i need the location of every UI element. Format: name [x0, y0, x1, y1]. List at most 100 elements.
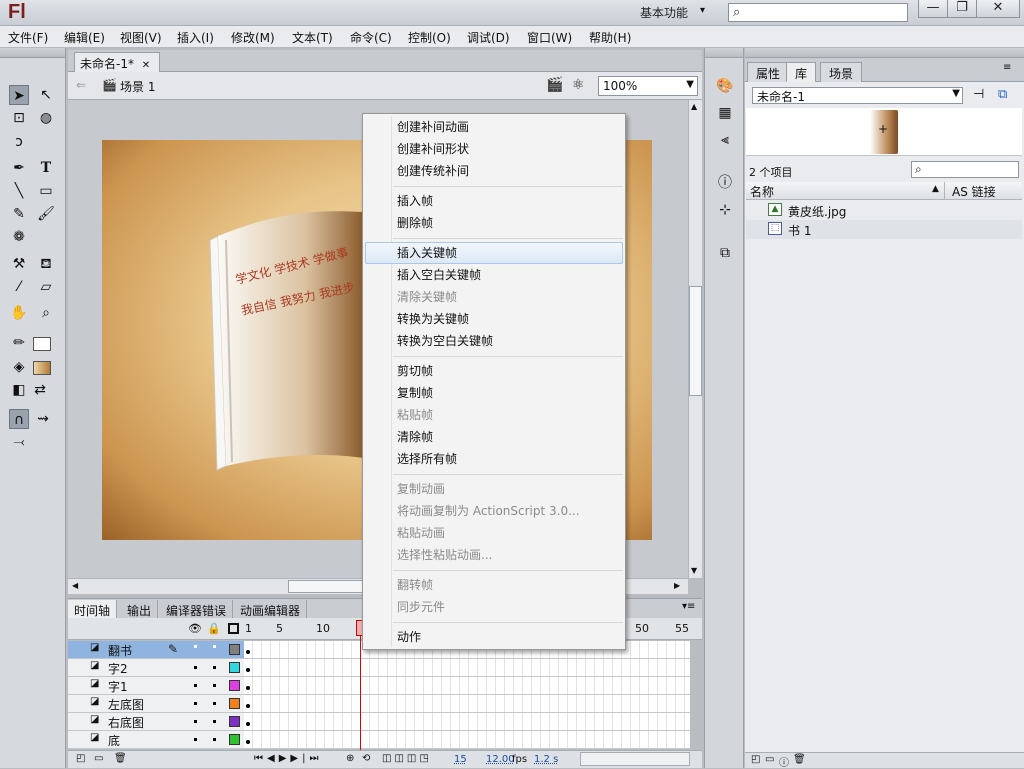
menu-insert-keyframe[interactable]: 插入关键帧 [397, 242, 457, 264]
edit-symbols-icon[interactable]: ⚛ [572, 77, 585, 93]
layer-name[interactable]: 字2 [108, 660, 128, 677]
lock-dot[interactable] [213, 702, 216, 705]
menu-create-motion-tween[interactable]: 创建补间动画 [397, 116, 469, 138]
default-colors-icon[interactable]: ◧ [9, 380, 29, 400]
timeline-horizontal-scrollbar[interactable] [580, 752, 690, 766]
bone-tool-icon[interactable]: ⚒ [9, 254, 29, 274]
hand-tool-icon[interactable]: ✋ [9, 303, 29, 323]
edit-scene-icon[interactable]: 🎬 [546, 77, 563, 93]
menu-view[interactable]: 视图(V) [120, 29, 162, 46]
tab-scene[interactable]: 场景 [820, 62, 863, 82]
layer-frames[interactable] [244, 695, 690, 713]
new-layer-icon[interactable]: ◰ [76, 753, 85, 764]
layer-color-swatch[interactable] [229, 662, 240, 673]
layer-frames[interactable] [244, 677, 690, 695]
layer-name[interactable]: 翻书 [108, 642, 132, 659]
zoom-tool-icon[interactable]: ⌕ [36, 303, 56, 323]
panel-grip[interactable] [705, 48, 743, 58]
tab-motion-editor[interactable]: 动画编辑器 [234, 600, 308, 619]
menu-convert-to-blank-keyframe[interactable]: 转换为空白关键帧 [397, 330, 493, 352]
layer-color-swatch[interactable] [229, 716, 240, 727]
pencil-tool-icon[interactable]: ✎ [9, 204, 29, 224]
onion-skin-icon[interactable]: ◫◫◫◳ [382, 753, 432, 764]
library-item[interactable]: ⬚ 书 1 [746, 220, 1022, 239]
color-panel-icon[interactable]: 🎨 [715, 76, 735, 96]
tab-output[interactable]: 输出 [121, 600, 159, 619]
frame-rate[interactable]: 12.00 [486, 754, 515, 765]
fill-color-swatch[interactable] [33, 361, 51, 375]
new-symbol-icon[interactable]: ◰ [751, 754, 760, 765]
swatches-panel-icon[interactable]: ▦ [715, 103, 735, 123]
menu-control[interactable]: 控制(O) [408, 29, 451, 46]
paint-bucket-tool-icon[interactable]: ⛾ [36, 254, 56, 274]
tab-properties[interactable]: 属性 [747, 62, 790, 82]
menu-edit[interactable]: 编辑(E) [64, 29, 105, 46]
visibility-dot[interactable] [194, 684, 197, 687]
new-library-panel-icon[interactable]: ⧉ [998, 87, 1007, 102]
pin-icon[interactable]: ⊣ [973, 87, 984, 102]
new-folder-icon[interactable]: ▭ [765, 754, 774, 765]
text-tool-icon[interactable]: T [36, 158, 56, 178]
lock-dot[interactable] [213, 666, 216, 669]
layer-color-swatch[interactable] [229, 644, 240, 655]
current-frame[interactable]: 15 [454, 754, 467, 765]
sort-icon[interactable]: ▲ [932, 184, 939, 194]
subselection-tool-icon[interactable]: ↖ [36, 85, 56, 105]
layer-color-swatch[interactable] [229, 680, 240, 691]
menu-help[interactable]: 帮助(H) [589, 29, 631, 46]
document-tab[interactable]: 未命名-1* ✕ [74, 52, 160, 72]
stage-vertical-scrollbar[interactable]: ▲ ▼ [688, 100, 702, 578]
loop-icon[interactable]: ⟲ [362, 753, 370, 764]
lock-dot[interactable] [213, 645, 216, 648]
lock-dot[interactable] [213, 738, 216, 741]
swap-colors-icon[interactable]: ⇄ [30, 380, 50, 400]
outline-icon[interactable] [228, 623, 239, 634]
column-name[interactable]: 名称 [750, 183, 774, 200]
zoom-select[interactable]: 100% ▼ [598, 76, 698, 96]
close-icon[interactable]: ✕ [142, 60, 150, 71]
maximize-button[interactable]: ❐ [947, 0, 977, 18]
library-item[interactable]: ▲ 黄皮纸.jpg [746, 201, 1022, 220]
snap-to-objects-icon[interactable]: ∩ [9, 409, 29, 429]
menu-clear-frames[interactable]: 清除帧 [397, 426, 433, 448]
menu-insert[interactable]: 插入(I) [177, 29, 214, 46]
brush-tool-icon[interactable]: 🖌 [36, 204, 56, 224]
new-folder-icon[interactable]: ▭ [94, 753, 103, 764]
lasso-tool-icon[interactable]: ↄ [9, 132, 29, 152]
free-transform-tool-icon[interactable]: ⊡ [9, 108, 29, 128]
visibility-dot[interactable] [194, 666, 197, 669]
vertical-scroll-thumb[interactable] [689, 286, 702, 396]
workspace-switcher[interactable]: 基本功能 [640, 4, 688, 21]
scroll-right-icon[interactable]: ▶ [674, 581, 680, 590]
menu-window[interactable]: 窗口(W) [527, 29, 572, 46]
deco-tool-icon[interactable]: ❁ [9, 227, 29, 247]
pen-tool-icon[interactable]: ✒ [9, 158, 29, 178]
layer-frames[interactable] [244, 659, 690, 677]
library-search-input[interactable]: ⌕ [911, 161, 1019, 178]
properties-icon[interactable]: ⓘ [779, 754, 789, 769]
rectangle-tool-icon[interactable]: ▭ [36, 181, 56, 201]
menu-modify[interactable]: 修改(M) [231, 29, 275, 46]
tab-timeline[interactable]: 时间轴 [68, 600, 118, 619]
layer-row[interactable]: ◪ 字2 [68, 659, 244, 677]
close-button[interactable]: ✕ [976, 0, 1020, 18]
layer-row[interactable]: ◪ 翻书 ✎ [68, 641, 244, 659]
chevron-down-icon[interactable]: ▾ [700, 5, 705, 16]
menu-debug[interactable]: 调试(D) [467, 29, 510, 46]
center-frame-icon[interactable]: ⊕ [346, 753, 354, 764]
menu-create-classic-tween[interactable]: 创建传统补间 [397, 160, 469, 182]
menu-copy-frames[interactable]: 复制帧 [397, 382, 433, 404]
eyedropper-tool-icon[interactable]: ⁄ [9, 277, 29, 297]
menu-convert-to-keyframe[interactable]: 转换为关键帧 [397, 308, 469, 330]
stroke-color-icon[interactable]: ✏ [9, 333, 29, 353]
menu-file[interactable]: 文件(F) [8, 29, 48, 46]
tab-compiler-errors[interactable]: 编译器错误 [160, 600, 234, 619]
eye-icon[interactable]: 👁 [188, 622, 202, 635]
stroke-color-swatch[interactable] [33, 337, 51, 351]
layer-name[interactable]: 右底图 [108, 714, 144, 731]
panel-menu-icon[interactable]: ▾≡ [682, 601, 695, 612]
layer-row[interactable]: ◪ 底 [68, 731, 244, 749]
panel-menu-icon[interactable]: ≡ [1003, 62, 1011, 73]
panel-grip[interactable] [0, 48, 65, 58]
menu-cut-frames[interactable]: 剪切帧 [397, 360, 433, 382]
